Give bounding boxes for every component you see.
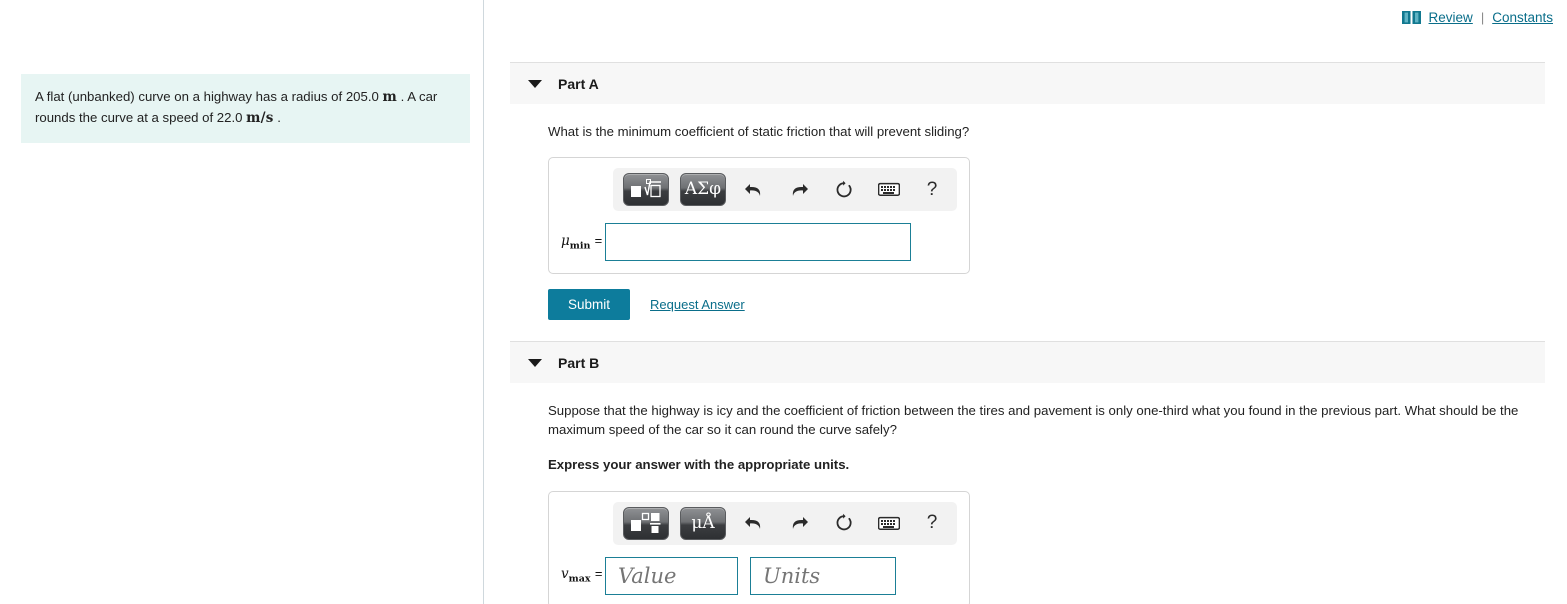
greek-symbol-button[interactable]: ΑΣφ xyxy=(680,173,726,207)
part-b-instruction: Express your answer with the appropriate… xyxy=(548,457,850,473)
part-b-field-row: vmax = xyxy=(561,556,957,595)
part-a-sub: min xyxy=(569,240,591,252)
part-a-field-label: μmin = xyxy=(561,233,605,252)
part-b-sub: max xyxy=(568,573,591,585)
problem-unit-2: m/s xyxy=(246,109,274,126)
part-a-request-answer-link[interactable]: Request Answer xyxy=(650,297,745,312)
part-b-equals: = xyxy=(594,566,603,582)
part-a-var: μ xyxy=(561,232,570,249)
part-b-var: v xyxy=(561,566,569,583)
chevron-down-icon[interactable] xyxy=(528,79,542,88)
part-a-equals: = xyxy=(594,232,603,248)
problem-text-3: . xyxy=(277,109,281,125)
main-content: Part A What is the minimum coefficient o… xyxy=(510,0,1567,604)
part-a-submit-button[interactable]: Submit xyxy=(548,289,631,321)
greek-symbol-label: ΑΣφ xyxy=(684,179,722,200)
part-a-answer-box: ΑΣφ ? μmin = xyxy=(548,157,970,275)
part-b-header[interactable]: Part B xyxy=(510,341,1545,384)
left-panel: A flat (unbanked) curve on a highway has… xyxy=(0,0,483,604)
units-symbol-label: μÅ xyxy=(691,512,715,533)
part-a-body: What is the minimum coefficient of stati… xyxy=(510,122,1567,321)
part-b-toolbar: μÅ ? xyxy=(613,501,957,545)
part-a-question: What is the minimum coefficient of stati… xyxy=(548,124,970,139)
problem-unit-1: m xyxy=(382,89,397,105)
part-a-toolbar: ΑΣφ ? xyxy=(613,168,957,212)
part-b-title: Part B xyxy=(558,354,600,371)
reset-icon[interactable] xyxy=(827,175,861,205)
math-template-icon[interactable] xyxy=(623,173,669,207)
problem-statement: A flat (unbanked) curve on a highway has… xyxy=(21,74,470,143)
help-icon[interactable]: ? xyxy=(917,175,947,205)
part-a-actions: Submit Request Answer xyxy=(548,289,1567,321)
units-input[interactable] xyxy=(750,556,896,595)
keyboard-icon[interactable] xyxy=(872,175,906,205)
math-template-icon[interactable] xyxy=(623,506,669,540)
part-b-body: Suppose that the highway is icy and the … xyxy=(510,401,1567,604)
part-a-title: Part A xyxy=(558,75,599,92)
redo-icon[interactable] xyxy=(782,175,816,205)
undo-icon[interactable] xyxy=(737,175,771,205)
part-a-header[interactable]: Part A xyxy=(510,62,1545,104)
chevron-down-icon[interactable] xyxy=(528,358,542,367)
panel-divider xyxy=(483,0,484,604)
help-label: ? xyxy=(926,178,938,200)
mu-min-input[interactable] xyxy=(605,223,911,262)
keyboard-icon[interactable] xyxy=(872,508,906,538)
units-symbol-button[interactable]: μÅ xyxy=(680,506,726,540)
help-icon[interactable]: ? xyxy=(917,508,947,538)
redo-icon[interactable] xyxy=(782,508,816,538)
undo-icon[interactable] xyxy=(737,508,771,538)
part-b-answer-box: μÅ ? vmax = Value Units xyxy=(548,490,970,604)
problem-text-1: A flat (unbanked) curve on a highway has… xyxy=(35,89,379,104)
part-b-field-label: vmax = xyxy=(561,566,605,585)
part-a-field-row: μmin = xyxy=(561,223,957,262)
value-input[interactable] xyxy=(605,556,738,595)
reset-icon[interactable] xyxy=(827,508,861,538)
page-root: Review | Constants A flat (unbanked) cur… xyxy=(0,0,1567,604)
part-b-question: Suppose that the highway is icy and the … xyxy=(548,403,1519,438)
help-label: ? xyxy=(926,512,938,534)
